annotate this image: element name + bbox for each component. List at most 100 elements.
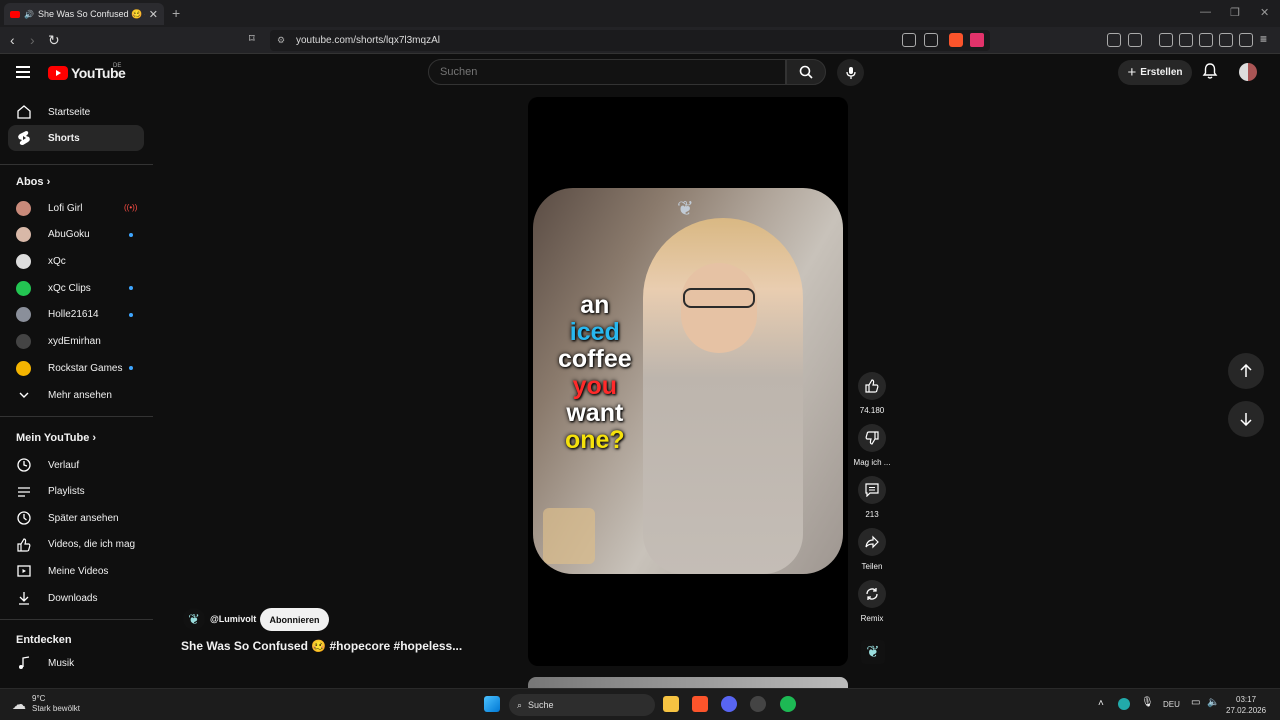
tray-mic-icon[interactable]: 🎙 (1141, 697, 1154, 708)
tray-chevron-icon[interactable]: ˄ (1098, 698, 1104, 709)
sidebar-item-watch-later[interactable]: Später ansehen (8, 505, 144, 531)
sidebar-item-liked-videos[interactable]: Videos, die ich mag (8, 532, 144, 558)
discord-icon[interactable] (721, 696, 737, 712)
create-label: Erstellen (1140, 67, 1183, 78)
sidebar-item-my-videos[interactable]: Meine Videos (8, 558, 144, 584)
channel-avatar[interactable]: ❦ (183, 608, 205, 630)
sidebar-item-playlists[interactable]: Playlists (8, 479, 144, 505)
subscriptions-heading[interactable]: Abos › (16, 176, 50, 188)
guide-menu-icon[interactable] (16, 66, 30, 78)
channel-handle[interactable]: @Lumivolt (210, 614, 256, 624)
new-content-dot (129, 312, 133, 317)
network-icon[interactable]: ▭ (1191, 697, 1200, 708)
system-clock[interactable]: 03:17 27.02.2026 (1226, 694, 1266, 716)
cast-icon[interactable] (902, 33, 916, 47)
browser-tab[interactable]: 🔊 She Was So Confused 🥴 #h ✕ (4, 3, 164, 25)
show-more-button[interactable]: Mehr ansehen (8, 382, 144, 408)
tab-close-icon[interactable]: ✕ (149, 8, 158, 21)
forward-icon[interactable]: › (30, 32, 35, 48)
volume-icon[interactable]: 🔈 (1207, 697, 1219, 708)
channel-avatar (16, 200, 31, 216)
site-info-icon[interactable]: ⚙ (277, 35, 285, 46)
steam-icon[interactable] (750, 696, 766, 712)
subscribe-button[interactable]: Abonnieren (260, 608, 329, 631)
sidebar-item-label: xQc (48, 255, 66, 267)
previous-short-button[interactable] (1228, 353, 1264, 389)
sidebar-channel-xqc-clips[interactable]: xQc Clips (8, 275, 144, 301)
music-icon (16, 655, 32, 671)
sidebar-channel-xqc[interactable]: xQc (8, 248, 144, 274)
short-video-player[interactable]: ❦ an iced coffee you want one? (528, 97, 848, 666)
live-icon: ((•)) (124, 203, 138, 212)
sidebar-item-startseite[interactable]: Startseite (8, 99, 144, 125)
brave-browser-icon[interactable] (692, 696, 708, 712)
url-text: youtube.com/shorts/lqx7l3mqzAl (296, 35, 440, 46)
weather-widget[interactable]: ☁ 9°C Stark bewölkt (12, 694, 80, 714)
create-button[interactable]: + Erstellen (1118, 60, 1192, 85)
file-explorer-icon[interactable] (663, 696, 679, 712)
brave-shields-icon[interactable] (949, 33, 963, 47)
maximize-icon[interactable]: ❐ (1230, 6, 1240, 19)
remix-button[interactable] (858, 580, 886, 608)
sidebar-channel-holle21614[interactable]: Holle21614 (8, 302, 144, 328)
like-button[interactable] (858, 372, 886, 400)
windows-start-icon[interactable] (484, 696, 500, 712)
brave-rewards-icon[interactable] (970, 33, 984, 47)
voice-search-button[interactable] (837, 59, 864, 86)
search-input[interactable] (428, 59, 786, 85)
tab-title: She Was So Confused 🥴 #h (37, 8, 145, 19)
share-button[interactable] (858, 528, 886, 556)
wallet-icon[interactable] (1199, 33, 1213, 47)
you-heading[interactable]: Mein YouTube › (16, 432, 96, 444)
comments-button[interactable] (858, 476, 886, 504)
glasses (683, 288, 755, 308)
sidebar-item-shorts[interactable]: Shorts (8, 125, 144, 151)
iced-coffee-cup (543, 508, 595, 564)
youtube-favicon-icon (10, 10, 20, 18)
sidebar-item-history[interactable]: Verlauf (8, 452, 144, 478)
menu-icon[interactable]: ≡ (1260, 32, 1267, 46)
caption-line: coffee (558, 345, 632, 373)
caption-line: one? (564, 426, 625, 454)
account-avatar[interactable] (1239, 63, 1257, 81)
arrow-up-icon (1240, 364, 1252, 377)
taskbar-search[interactable]: ⌕ Suche (509, 694, 655, 716)
search-button[interactable] (786, 59, 826, 85)
tray-app-icon[interactable] (1118, 698, 1130, 710)
sidebar-item-music[interactable]: Musik (8, 650, 144, 676)
dislike-button[interactable] (858, 424, 886, 452)
video-title[interactable]: She Was So Confused 🥴 #hopecore #hopeles… (181, 639, 462, 653)
sidebar-item-label: Startseite (48, 106, 91, 118)
input-language[interactable]: DEU (1163, 700, 1180, 709)
spotify-icon[interactable] (780, 696, 796, 712)
share-page-icon[interactable] (924, 33, 938, 47)
downloads-icon (16, 590, 32, 606)
screenshot-icon[interactable] (1128, 33, 1142, 47)
my-videos-icon (16, 563, 32, 579)
sidebar-toggle-icon[interactable] (1179, 33, 1193, 47)
channel-avatar (16, 280, 31, 296)
notifications-bell-icon[interactable] (1202, 63, 1218, 80)
leo-ai-icon[interactable] (1219, 33, 1233, 47)
audio-icon[interactable]: 🔊 (24, 10, 34, 19)
bookmark-icon[interactable]: ⌑ (249, 32, 255, 45)
sidebar-channel-abugoku[interactable]: AbuGoku (8, 222, 144, 248)
sidebar-item-label: AbuGoku (48, 229, 90, 241)
video-caption: an iced coffee you want one? (558, 292, 632, 454)
extensions-icon[interactable] (1107, 33, 1121, 47)
next-short-button[interactable] (1228, 401, 1264, 437)
new-tab-button[interactable]: + (172, 5, 180, 21)
media-icon[interactable] (1159, 33, 1173, 47)
reload-icon[interactable]: ↻ (48, 32, 60, 49)
sidebar-item-downloads[interactable]: Downloads (8, 585, 144, 611)
sidebar-channel-rockstar-games[interactable]: Rockstar Games (8, 355, 144, 381)
window-close-icon[interactable]: ✕ (1260, 6, 1269, 19)
channel-logo-icon[interactable]: ❦ (861, 640, 885, 664)
url-field[interactable]: ⚙ youtube.com/shorts/lqx7l3mqzAl (270, 30, 990, 51)
sidebar-item-label: Lofi Girl (48, 202, 83, 214)
minimize-icon[interactable]: — (1200, 6, 1211, 18)
sidebar-channel-xydemirhan[interactable]: xydEmirhan (8, 329, 144, 355)
back-icon[interactable]: ‹ (10, 32, 15, 48)
vpn-icon[interactable] (1239, 33, 1253, 47)
plus-icon: + (1127, 64, 1137, 81)
